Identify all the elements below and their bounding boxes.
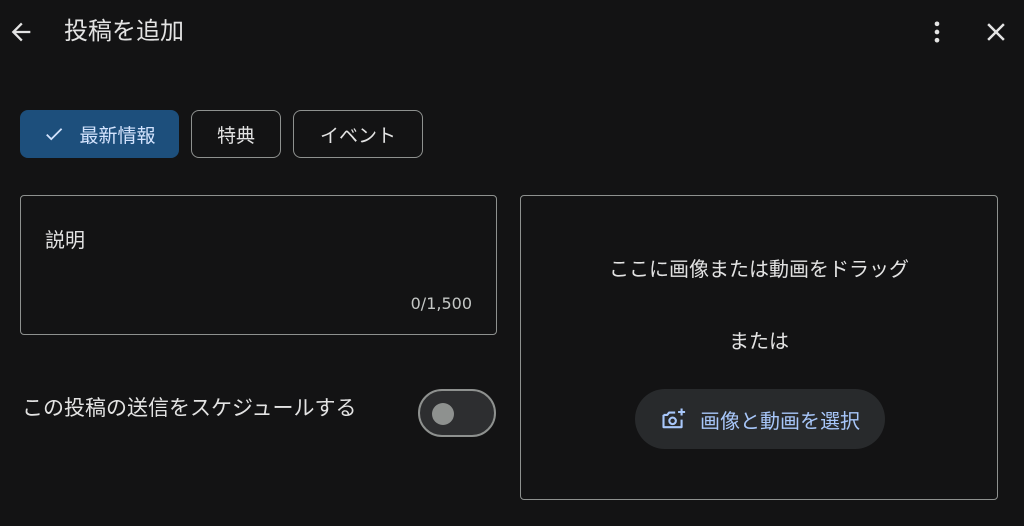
chip-event-label: イベント xyxy=(319,124,396,147)
character-counter: 0/1,500 xyxy=(410,294,472,313)
arrow-left-icon xyxy=(11,22,31,42)
or-separator: または xyxy=(729,329,789,353)
more-options-button[interactable] xyxy=(918,12,956,52)
description-label: 説明 xyxy=(45,228,85,252)
chip-updates-label: 最新情報 xyxy=(79,124,156,147)
check-icon xyxy=(43,123,65,145)
select-media-label: 画像と動画を選択 xyxy=(700,408,860,433)
schedule-label: この投稿の送信をスケジュールする xyxy=(22,396,357,420)
chip-offer-label: 特典 xyxy=(216,124,255,147)
post-type-chips: 最新情報 特典 イベント xyxy=(20,110,435,160)
schedule-toggle[interactable] xyxy=(418,389,496,437)
chip-updates[interactable]: 最新情報 xyxy=(20,110,179,158)
media-drop-zone[interactable]: ここに画像または動画をドラッグ または 画像と動画を選択 xyxy=(520,195,998,500)
chip-offer[interactable]: 特典 xyxy=(191,110,281,158)
more-vertical-icon xyxy=(934,21,940,43)
toggle-knob xyxy=(432,403,454,425)
add-photo-icon xyxy=(660,405,688,433)
drop-instruction: ここに画像または動画をドラッグ xyxy=(609,257,909,281)
chip-event[interactable]: イベント xyxy=(293,110,423,158)
select-media-button[interactable]: 画像と動画を選択 xyxy=(635,389,885,449)
close-icon xyxy=(987,23,1005,41)
page-title: 投稿を追加 xyxy=(64,17,184,45)
description-field[interactable]: 説明 0/1,500 xyxy=(20,195,497,335)
back-button[interactable] xyxy=(2,12,40,52)
close-button[interactable] xyxy=(976,12,1016,52)
